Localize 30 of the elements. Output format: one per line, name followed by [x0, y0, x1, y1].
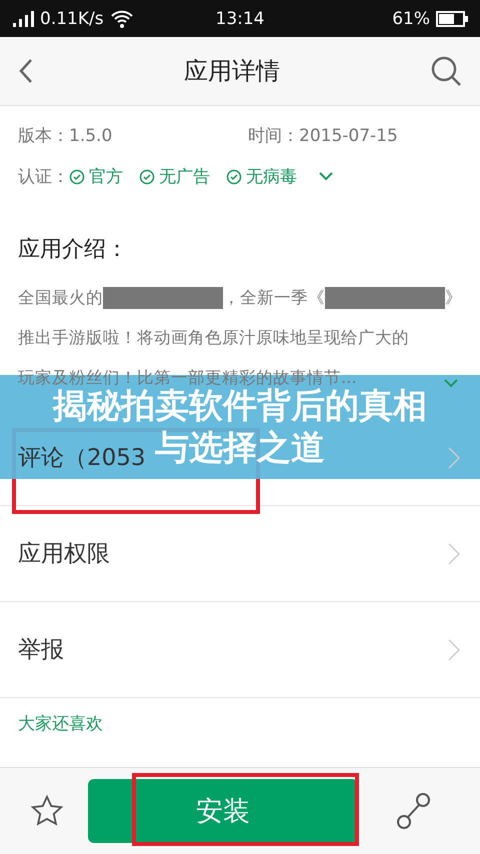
- date-text: 时间：2015-07-15: [248, 125, 398, 147]
- battery-icon: [436, 10, 468, 26]
- wifi-icon: [110, 8, 134, 28]
- certification-label: 认证：: [18, 166, 69, 188]
- expand-chevron-icon[interactable]: [319, 172, 333, 181]
- description-text: ，全新一季《: [223, 287, 325, 309]
- description-text: 》: [445, 287, 462, 309]
- description-text: 全国最火的: [18, 287, 103, 309]
- intro-title: 应用介绍：: [18, 236, 129, 264]
- star-icon[interactable]: [30, 794, 64, 828]
- menu-item[interactable]: 应用权限: [18, 538, 110, 569]
- certification-badge: 无广告: [139, 165, 210, 188]
- menu-item[interactable]: 举报: [18, 634, 64, 665]
- banner-title: 与选择之道: [155, 427, 325, 469]
- certification-badge: 官方: [69, 165, 123, 188]
- certification-badge: 无病毒: [226, 165, 297, 188]
- clock: 13:14: [216, 8, 264, 28]
- menu-item[interactable]: 评论（2053: [18, 442, 146, 473]
- section-title: 大家还喜欢: [18, 714, 103, 734]
- chevron-right-icon: [448, 542, 460, 564]
- version-text: 版本：1.5.0: [18, 125, 114, 147]
- signal-icon: [12, 10, 34, 28]
- chevron-right-icon: [448, 446, 460, 468]
- battery-percent: 61%: [392, 8, 430, 28]
- banner-title: 揭秘拍卖软件背后的真相: [53, 386, 427, 427]
- description-text: 推出手游版啦！将动画角色原汁原味地呈现给广大的: [18, 327, 409, 349]
- page-title: 应用详情: [184, 56, 280, 87]
- chevron-right-icon: [448, 638, 460, 660]
- share-icon[interactable]: [396, 791, 432, 831]
- network-speed: 0.11K/s: [40, 8, 104, 28]
